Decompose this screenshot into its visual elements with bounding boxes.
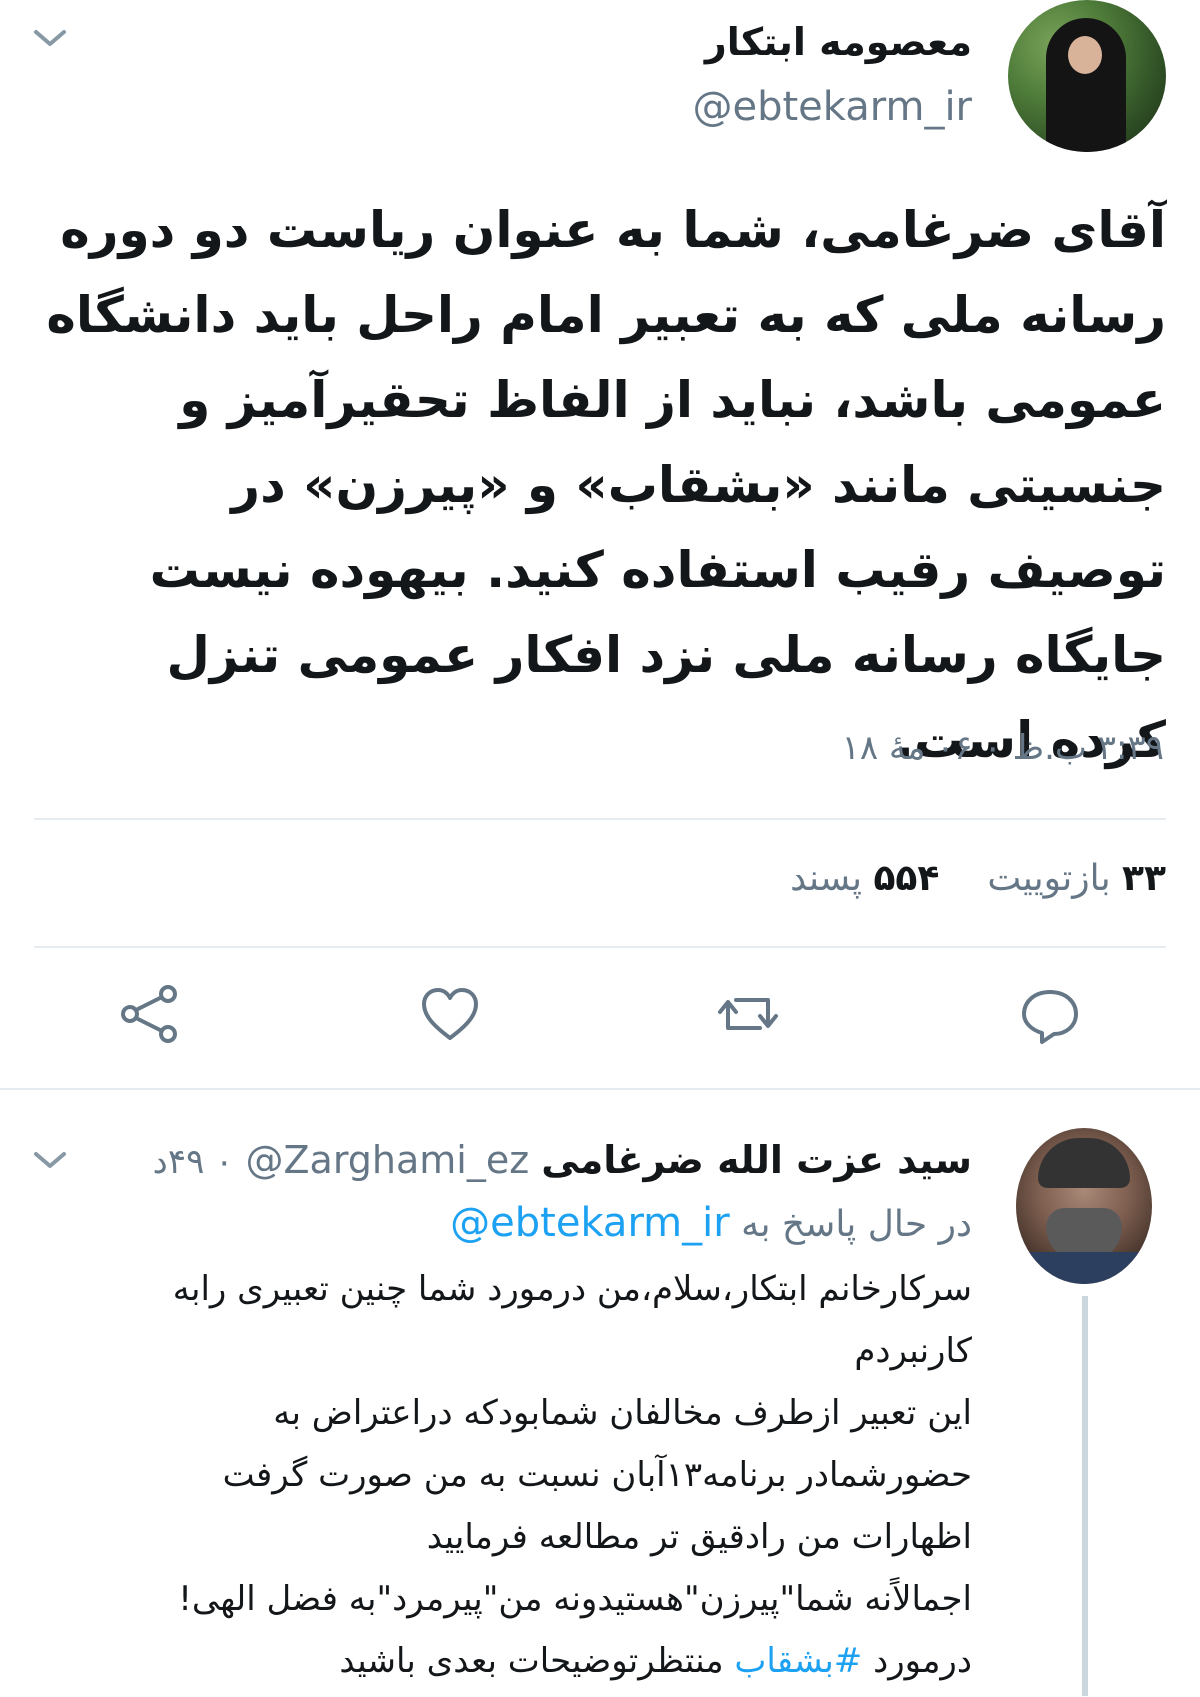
- reply-author-name[interactable]: سید عزت الله ضرغامی: [541, 1138, 972, 1182]
- replying-prefix: در حال پاسخ به: [741, 1204, 972, 1245]
- avatar-face: [1068, 36, 1102, 74]
- main-tweet: معصومه ابتکار @ebtekarm_ir آقای ضرغامی، …: [0, 0, 1200, 1088]
- tweet-timestamp[interactable]: ۳:۳۹ ب.ظ ۰ ۰۶ مهٔ ۱۸: [842, 728, 1164, 768]
- replying-to: در حال پاسخ به @ebtekarm_ir: [450, 1200, 972, 1246]
- like-count: ۵۵۴: [873, 858, 940, 899]
- retweet-label: بازتوییت: [987, 858, 1111, 899]
- avatar[interactable]: [1016, 1128, 1152, 1284]
- reply-author-handle[interactable]: @Zarghami_ez: [246, 1138, 530, 1182]
- reply-button[interactable]: [1014, 978, 1086, 1050]
- chevron-down-icon[interactable]: [30, 1146, 70, 1174]
- reply-line: درمورد #بشقاب منتظرتوضیحات بعدی باشید: [42, 1630, 972, 1692]
- like-stat[interactable]: ۵۵۴ پسند: [790, 858, 939, 899]
- tweet-actions: [0, 978, 1200, 1068]
- tweet-stats: ۳۳ بازتوییت ۵۵۴ پسند: [790, 858, 1166, 899]
- share-icon: [121, 985, 177, 1043]
- retweet-button[interactable]: [712, 978, 784, 1050]
- avatar-hair: [1038, 1138, 1130, 1188]
- like-button[interactable]: [414, 978, 486, 1050]
- reply-line: اظهارات من رادقیق تر مطالعه فرمایید: [426, 1517, 972, 1557]
- reply-line-suffix: منتظرتوضیحات بعدی باشید: [339, 1641, 724, 1681]
- hashtag-link[interactable]: #بشقاب: [734, 1641, 862, 1681]
- reply-line: اجمالاًنه شما"پیرزن"هستیدونه من"پیرمرد"ب…: [178, 1579, 972, 1619]
- avatar-shirt: [1026, 1252, 1142, 1284]
- reply-time[interactable]: ۰ ۴۹د: [153, 1142, 234, 1182]
- divider: [34, 946, 1166, 948]
- retweet-count: ۳۳: [1122, 858, 1166, 899]
- reply-line: حضورشمادر برنامه۱۳آبان نسبت به من صورت گ…: [222, 1455, 972, 1495]
- avatar[interactable]: [1008, 0, 1166, 152]
- reply-icon: [1022, 990, 1078, 1044]
- heart-icon: [422, 988, 478, 1040]
- replying-mention[interactable]: @ebtekarm_ir: [450, 1200, 730, 1246]
- reply-tweet: سید عزت الله ضرغامی @Zarghami_ez ۰ ۴۹د د…: [0, 1090, 1200, 1697]
- reply-header: سید عزت الله ضرغامی @Zarghami_ez ۰ ۴۹د: [153, 1138, 972, 1182]
- author-display-name[interactable]: معصومه ابتکار: [705, 20, 972, 64]
- reply-line: کارنبردم: [854, 1331, 972, 1371]
- share-button[interactable]: [114, 978, 186, 1050]
- reply-line: این تعبیر ازطرف مخالفان شمابودکه دراعترا…: [273, 1393, 972, 1433]
- author-handle[interactable]: @ebtekarm_ir: [692, 84, 972, 130]
- reply-text: سرکارخانم ابتکار،سلام،من درمورد شما چنین…: [42, 1258, 972, 1692]
- reply-line: سرکارخانم ابتکار،سلام،من درمورد شما چنین…: [172, 1269, 972, 1309]
- retweet-stat[interactable]: ۳۳ بازتوییت: [987, 858, 1166, 899]
- chevron-down-icon[interactable]: [30, 24, 70, 52]
- divider: [34, 818, 1166, 820]
- like-label: پسند: [790, 858, 862, 899]
- tweet-text: آقای ضرغامی، شما به عنوان ریاست دو دوره …: [46, 201, 1166, 769]
- reply-line-prefix: درمورد: [873, 1641, 972, 1681]
- retweet-icon: [718, 998, 778, 1030]
- thread-line: [1082, 1296, 1088, 1696]
